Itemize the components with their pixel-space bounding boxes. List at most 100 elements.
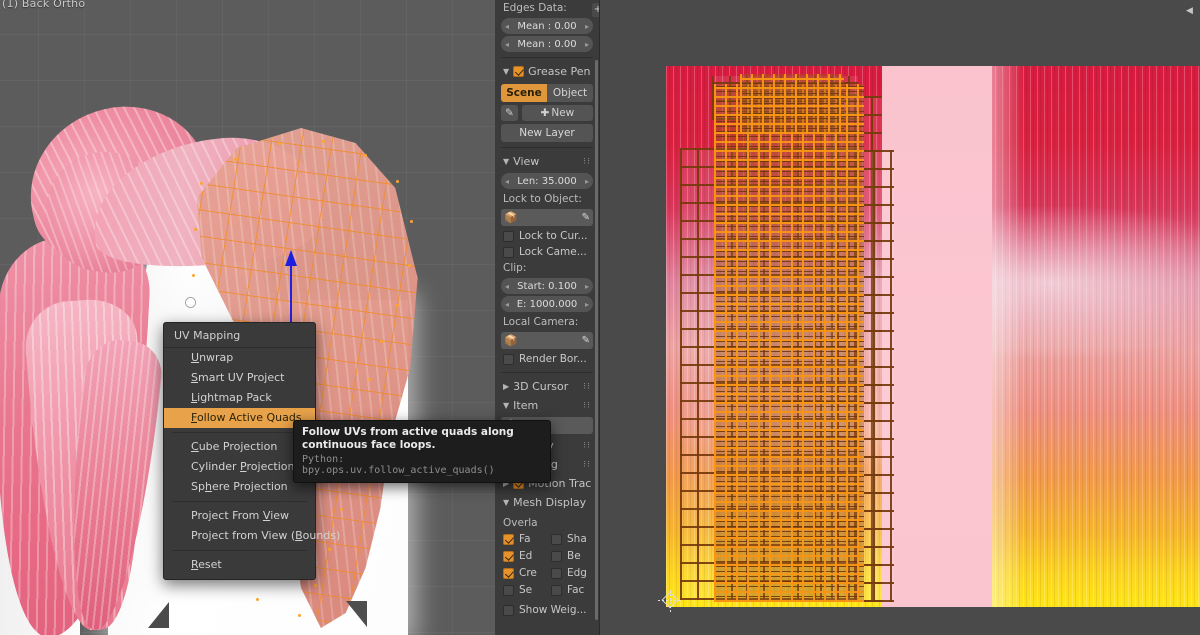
mesh-vertex-dot[interactable] bbox=[364, 154, 367, 157]
menu-item-project-from-view-bounds[interactable]: Project from View (Bounds) bbox=[164, 526, 340, 546]
mesh-vertex-dot[interactable] bbox=[234, 158, 237, 161]
menu-item-unwrap[interactable]: Unwrap bbox=[164, 348, 315, 368]
panel-expand-icon[interactable]: + bbox=[592, 3, 599, 17]
mesh-vertex-dot[interactable] bbox=[322, 140, 325, 143]
clip-start-field[interactable]: ◂ Start: 0.100 ▸ bbox=[501, 278, 593, 294]
uv-face-core-top[interactable] bbox=[740, 74, 844, 134]
increment-arrow-icon[interactable]: ▸ bbox=[585, 177, 589, 186]
overlay-checkbox-5[interactable] bbox=[551, 567, 562, 579]
overlay-checkbox-0[interactable] bbox=[503, 533, 514, 545]
overlay-row-0[interactable]: Fa bbox=[501, 531, 545, 547]
mesh-vertex-dot[interactable] bbox=[194, 228, 197, 231]
mesh-vertex-dot[interactable] bbox=[256, 598, 259, 601]
overlay-row-1[interactable]: Sha bbox=[549, 531, 593, 547]
3d-cursor-header[interactable]: ▶ 3D Cursor ⁝⁝ bbox=[501, 377, 593, 396]
mesh-vertex-dot[interactable] bbox=[396, 304, 399, 307]
decrement-arrow-icon[interactable]: ◂ bbox=[505, 177, 509, 186]
item-header[interactable]: ▼ Item ⁝⁝ bbox=[501, 396, 593, 415]
mesh-vertex-dot[interactable] bbox=[408, 264, 411, 267]
grease-pencil-checkbox[interactable] bbox=[513, 66, 525, 77]
grease-pencil-new-row[interactable]: ✎ ✚ New bbox=[501, 105, 593, 121]
edges-mean-field-1[interactable]: ◂ Mean : 0.00 ▸ bbox=[501, 18, 593, 34]
properties-sidebar[interactable]: + Edges Data: ◂ Mean : 0.00 ▸ ◂ Mean : 0… bbox=[495, 0, 600, 635]
lock-camera-row[interactable]: Lock Came... bbox=[501, 244, 593, 260]
transform-gizmo-arrowhead[interactable] bbox=[285, 250, 297, 266]
decrement-arrow-icon[interactable]: ◂ bbox=[505, 282, 509, 291]
mesh-vertex-dot[interactable] bbox=[368, 378, 371, 381]
mesh-vertex-dot[interactable] bbox=[278, 142, 281, 145]
uv-face-core-dense[interactable] bbox=[714, 84, 864, 602]
mesh-vertex-dot[interactable] bbox=[200, 182, 203, 185]
mesh-vertex-dot[interactable] bbox=[380, 340, 383, 343]
increment-arrow-icon[interactable]: ▸ bbox=[585, 300, 589, 309]
menu-item-smart-uv-project[interactable]: Smart UV Project bbox=[164, 368, 315, 388]
lock-camera-checkbox[interactable] bbox=[503, 246, 514, 258]
uv-texture-image[interactable] bbox=[666, 66, 1200, 607]
overlay-row-5[interactable]: Edg bbox=[549, 565, 593, 581]
clip-end-field[interactable]: ◂ E: 1000.000 ▸ bbox=[501, 296, 593, 312]
mesh-vertex-dot[interactable] bbox=[314, 584, 317, 587]
drag-handle-icon[interactable]: ⁝⁝ bbox=[583, 441, 591, 451]
increment-arrow-icon[interactable]: ▸ bbox=[585, 40, 589, 49]
mesh-overlay-grid[interactable]: Fa Sha Ed Be Cre Edg Se Fac bbox=[501, 531, 593, 598]
uv-2d-cursor[interactable] bbox=[658, 588, 682, 612]
mesh-vertex-dot[interactable] bbox=[340, 508, 343, 511]
menu-item-reset[interactable]: Reset bbox=[164, 555, 315, 575]
grease-pencil-source-tabs[interactable]: Scene Object bbox=[501, 84, 593, 102]
drag-handle-icon[interactable]: ⁝⁝ bbox=[583, 460, 591, 470]
mesh-display-header[interactable]: ▼ Mesh Display bbox=[501, 493, 593, 512]
local-camera-field[interactable]: 📦 ✎ bbox=[501, 332, 593, 349]
lock-to-cursor-row[interactable]: Lock to Cur... bbox=[501, 228, 593, 244]
overlay-checkbox-2[interactable] bbox=[503, 550, 514, 562]
new-layer-button[interactable]: New Layer bbox=[501, 124, 593, 142]
drag-handle-icon[interactable]: ⁝⁝ bbox=[583, 157, 591, 167]
decrement-arrow-icon[interactable]: ◂ bbox=[505, 22, 509, 31]
overlay-row-6[interactable]: Se bbox=[501, 582, 545, 598]
grease-pencil-header[interactable]: ▼ Grease Pen bbox=[501, 62, 593, 81]
3d-cursor-label: 3D Cursor bbox=[513, 380, 569, 393]
increment-arrow-icon[interactable]: ▸ bbox=[585, 282, 589, 291]
sidebar-scrollbar[interactable] bbox=[595, 60, 598, 620]
mesh-vertex-dot[interactable] bbox=[298, 614, 301, 617]
lens-field[interactable]: ◂ Len: 35.000 ▸ bbox=[501, 173, 593, 189]
show-weights-row[interactable]: Show Weig... bbox=[501, 598, 593, 618]
mesh-vertex-dot[interactable] bbox=[192, 274, 195, 277]
menu-item-lightmap-pack[interactable]: Lightmap Pack bbox=[164, 388, 315, 408]
mesh-display-label: Mesh Display bbox=[513, 496, 587, 509]
show-weights-checkbox[interactable] bbox=[503, 604, 514, 616]
uv-island-wireframe[interactable] bbox=[666, 66, 1200, 607]
drag-handle-icon[interactable]: ⁝⁝ bbox=[583, 401, 591, 411]
render-border-checkbox[interactable] bbox=[503, 353, 514, 365]
overlay-label-5: Edg bbox=[567, 567, 587, 579]
decrement-arrow-icon[interactable]: ◂ bbox=[505, 40, 509, 49]
mesh-vertex-dot[interactable] bbox=[328, 548, 331, 551]
overlay-row-2[interactable]: Ed bbox=[501, 548, 545, 564]
overlay-checkbox-3[interactable] bbox=[551, 550, 562, 562]
overlay-row-4[interactable]: Cre bbox=[501, 565, 545, 581]
drag-handle-icon[interactable]: ⁝⁝ bbox=[583, 382, 591, 392]
overlay-row-7[interactable]: Fac bbox=[549, 582, 593, 598]
mesh-vertex-dot[interactable] bbox=[396, 180, 399, 183]
uv-image-editor[interactable]: ◀ bbox=[600, 0, 1200, 635]
eyedropper-icon[interactable]: ✎ bbox=[582, 335, 590, 346]
tab-scene[interactable]: Scene bbox=[501, 84, 547, 102]
lock-to-cursor-checkbox[interactable] bbox=[503, 230, 514, 242]
edges-mean-field-2[interactable]: ◂ Mean : 0.00 ▸ bbox=[501, 36, 593, 52]
increment-arrow-icon[interactable]: ▸ bbox=[585, 22, 589, 31]
overlay-checkbox-6[interactable] bbox=[503, 584, 514, 596]
tab-object[interactable]: Object bbox=[547, 84, 593, 102]
decrement-arrow-icon[interactable]: ◂ bbox=[505, 300, 509, 309]
collapse-panel-icon[interactable]: ◀ bbox=[1183, 4, 1196, 18]
overlay-checkbox-4[interactable] bbox=[503, 567, 514, 579]
mesh-vertex-dot[interactable] bbox=[410, 220, 413, 223]
overlay-checkbox-7[interactable] bbox=[551, 584, 562, 596]
pencil-icon[interactable]: ✎ bbox=[501, 105, 518, 121]
menu-item-project-from-view[interactable]: Project From View bbox=[164, 506, 315, 526]
view-panel-header[interactable]: ▼ View ⁝⁝ bbox=[501, 152, 593, 171]
eyedropper-icon[interactable]: ✎ bbox=[582, 212, 590, 223]
overlay-checkbox-1[interactable] bbox=[551, 533, 562, 545]
overlay-row-3[interactable]: Be bbox=[549, 548, 593, 564]
new-grease-pencil-button[interactable]: ✚ New bbox=[521, 105, 593, 121]
lock-to-object-field[interactable]: 📦 ✎ bbox=[501, 209, 593, 226]
render-border-row[interactable]: Render Bor... bbox=[501, 351, 593, 367]
